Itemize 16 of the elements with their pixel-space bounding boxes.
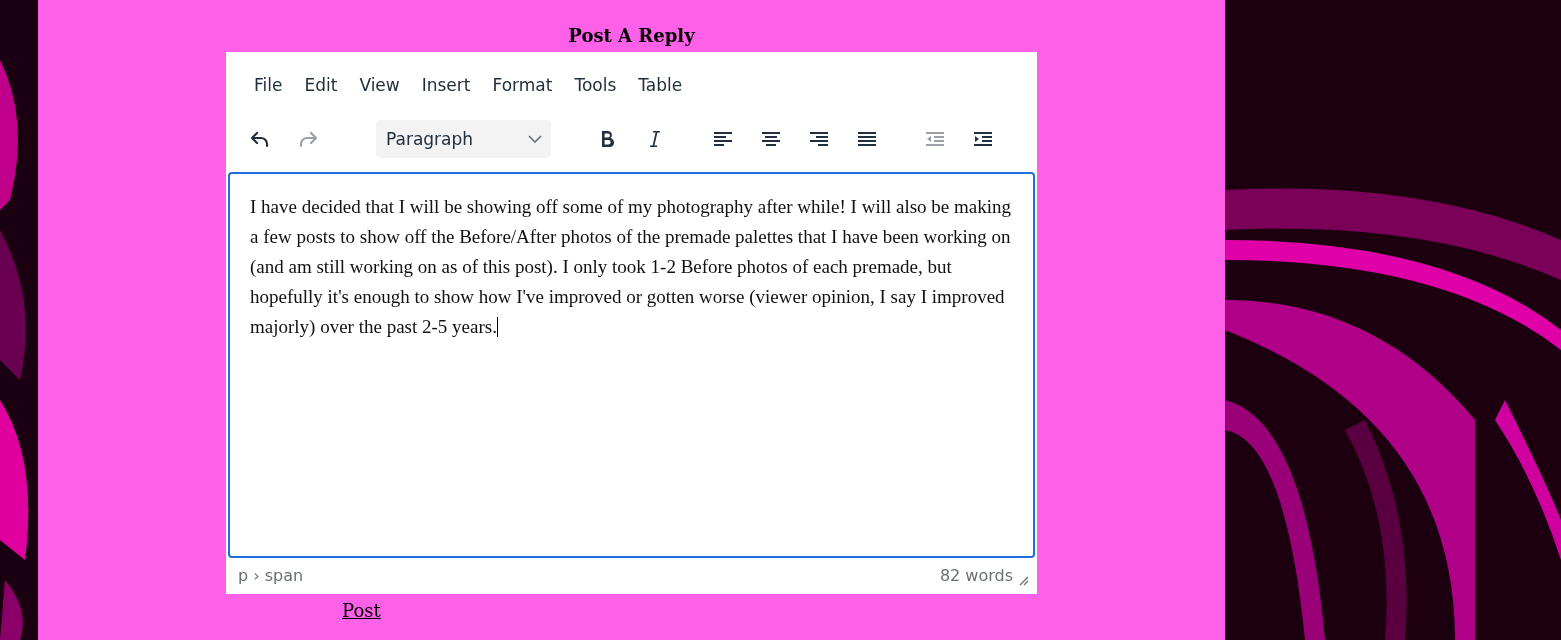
menu-item[interactable]: Insert bbox=[411, 72, 481, 98]
page-heading: Post A Reply bbox=[568, 24, 695, 48]
word-count: 82 words bbox=[939, 565, 1013, 585]
block-format-dropdown[interactable]: Paragraph bbox=[376, 120, 551, 158]
menu-item[interactable]: Tools bbox=[564, 72, 627, 98]
resize-handle-icon[interactable] bbox=[1019, 576, 1029, 586]
menu-item[interactable]: Edit bbox=[294, 72, 348, 98]
element-path: p › span bbox=[238, 565, 304, 585]
post-body-text: I have decided that I will be showing off some of my photography after while! I will also be making a few posts to show off the Before/After photos of the premade palettes that I have been working on (and am still working on as of this post). I only took 1-2 Before photos of each premade, but hopefully it's enough to show how I've improved or gotten worse (viewer opinion, I say I improved majorly) over the past 2-5 years. bbox=[250, 195, 1013, 339]
text-editor-area[interactable] bbox=[228, 172, 1035, 558]
menu-item[interactable]: Table bbox=[628, 72, 693, 98]
post-link[interactable]: Post bbox=[342, 600, 381, 621]
menu-item[interactable]: View bbox=[349, 72, 410, 98]
menu-item[interactable]: Format bbox=[482, 72, 563, 98]
caret-icon bbox=[528, 135, 542, 143]
menu-item[interactable]: File bbox=[244, 72, 293, 98]
